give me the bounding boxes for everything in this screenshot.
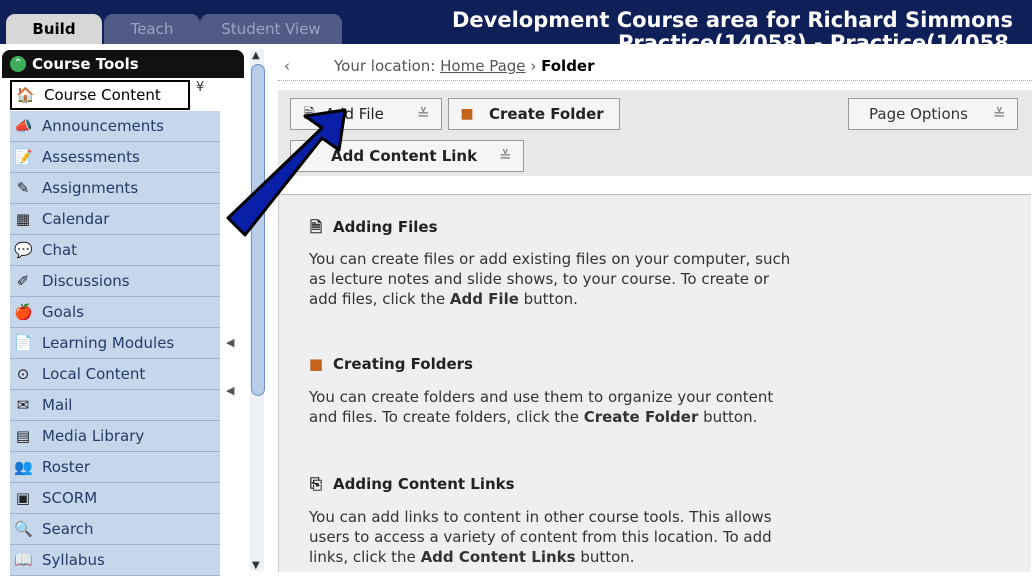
scroll-down-icon[interactable]: ▼ [252,560,260,571]
discussion-icon: ✐ [16,272,30,290]
course-tools-label: Course Tools [32,55,139,73]
sidebar-item-label: Calendar [42,210,110,228]
home-icon: 🏠 [16,86,35,104]
sidebar-item-assignments[interactable]: ✎ Assignments [10,173,220,204]
sidebar-item-assessments[interactable]: 📝 Assessments [10,142,220,173]
sidebar-item-label: Mail [42,396,73,414]
sidebar-item-label: Search [42,520,94,538]
breadcrumb-prefix: Your location: [334,57,436,75]
sidebar-scrollbar[interactable]: ▲ ▼ [250,50,265,571]
breadcrumb-home-link[interactable]: Home Page [440,57,525,75]
sidebar-item-scorm[interactable]: ▣ SCORM [10,483,220,514]
chat-icon: 💬 [14,241,33,259]
add-content-link-label: Add Content Link [331,147,478,165]
folder-icon: ■ [460,106,474,122]
modules-icon: 📄 [14,334,33,352]
sidebar-item-label: Roster [42,458,91,476]
add-file-button[interactable]: 🗎 Add File ≚ [290,98,442,130]
page-options-button[interactable]: Page Options ≚ [848,98,1018,130]
search-icon: 🔍 [14,520,33,538]
create-folder-label: Create Folder [489,105,604,123]
dropdown-icon: ≚ [499,147,512,165]
breadcrumb-current: Folder [541,57,595,75]
file-icon: 🗎 [303,106,315,122]
megaphone-icon: 📣 [14,117,33,135]
tab-student-view[interactable]: Student View [200,14,342,44]
content-link-icon: ⎘ [309,475,322,493]
sidebar-item-goals[interactable]: 🍎 Goals [10,297,220,328]
sidebar-item-label: Learning Modules [42,334,175,352]
help-panel: 🗎 Adding Files You can create files or ad… [278,194,1031,572]
collapse-up-icon[interactable]: ⌃ [10,56,26,72]
section-body-adding-links: You can add links to content in other co… [309,508,772,566]
sidebar-item-label: Announcements [42,117,164,135]
sidebar-item-label: Course Content [44,86,161,104]
course-subtitle: Practice(14058) - Practice(14058 [618,31,1009,44]
folder-icon: ■ [308,355,324,373]
assignment-icon: ✎ [16,179,30,197]
section-body-adding-files: You can create files or add existing fil… [309,250,791,308]
course-tools-sidebar: ⌃ Course Tools 🏠 Course Content 📣 Announcem… [0,44,248,576]
add-file-label: Add File [325,105,384,123]
file-icon: 🗎 [309,218,323,236]
create-folder-button[interactable]: ■ Create Folder [448,98,620,130]
sidebar-item-label: Chat [42,241,78,259]
main-content: ‹ Your location: Home Page › Folder 🗎 Ad… [268,44,1032,572]
section-title-adding-files: 🗎 Adding Files [307,217,438,242]
sidebar-item-label: Assignments [42,179,139,197]
sidebar-item-syllabus[interactable]: 📖 Syllabus [10,545,220,576]
sidebar-item-label: SCORM [42,489,98,507]
add-content-link-button[interactable]: Add Content Link ≚ [290,140,524,172]
sidebar-item-chat[interactable]: 💬 Chat [10,235,220,266]
sidebar-item-label: Discussions [42,272,130,290]
breadcrumb: ‹ Your location: Home Page › Folder [278,52,1032,81]
sidebar-item-label: Assessments [42,148,140,166]
sidebar-item-learning-modules[interactable]: 📄 Learning Modules [10,328,220,359]
scroll-thumb[interactable] [251,64,265,396]
roster-icon: 👥 [14,458,33,476]
sidebar-item-label: Media Library [42,427,145,445]
media-library-icon: ▤ [15,427,31,445]
section-body-creating-folders: You can create folders and use them to o… [309,388,774,426]
dropdown-icon: ≚ [417,105,430,123]
sidebar-item-search[interactable]: 🔍 Search [10,514,220,545]
syllabus-icon: 📖 [14,551,33,569]
dropdown-icon: ≚ [993,105,1006,123]
sidebar-item-course-content[interactable]: 🏠 Course Content [10,80,190,110]
section-title-creating-folders: ■ Creating Folders [308,355,473,373]
local-content-icon: ⊙ [16,365,30,383]
scorm-icon: ▣ [15,489,31,507]
calendar-icon: ▦ [15,210,31,228]
course-tools-header[interactable]: ⌃ Course Tools [2,50,244,78]
sidebar-item-mail[interactable]: ✉ Mail [10,390,220,421]
sidebar-item-media-library[interactable]: ▤ Media Library [10,421,220,452]
tab-teach[interactable]: Teach [104,14,200,44]
breadcrumb-separator: › [530,57,537,75]
sidebar-item-announcements[interactable]: 📣 Announcements [10,111,220,142]
expand-menu-icon[interactable]: ¥ [196,80,204,95]
top-bar: Build Teach Student View Development Cou… [0,0,1032,44]
goals-icon: 🍎 [14,303,33,321]
page-options-label: Page Options [869,105,968,123]
mail-icon: ✉ [16,396,30,414]
back-arrow-icon[interactable]: ‹ [284,52,290,80]
sidebar-item-roster[interactable]: 👥 Roster [10,452,220,483]
scroll-up-icon[interactable]: ▲ [252,50,260,61]
course-title: Development Course area for Richard Simm… [452,8,1013,32]
toolbar: 🗎 Add File ≚ ■ Create Folder Page Option… [278,90,1032,176]
assessment-icon: 📝 [14,148,33,166]
collapse-sidebar-icon[interactable]: ◀ [226,336,234,349]
sidebar-item-local-content[interactable]: ⊙ Local Content [10,359,220,390]
section-title-adding-links: ⎘ Adding Content Links [307,475,515,493]
sidebar-item-label: Goals [42,303,84,321]
tab-build[interactable]: Build [6,14,102,44]
collapse-sidebar-icon-2[interactable]: ◀ [226,384,234,397]
sidebar-item-discussions[interactable]: ✐ Discussions [10,266,220,297]
sidebar-item-label: Local Content [42,365,146,383]
sidebar-item-calendar[interactable]: ▦ Calendar [10,204,220,235]
